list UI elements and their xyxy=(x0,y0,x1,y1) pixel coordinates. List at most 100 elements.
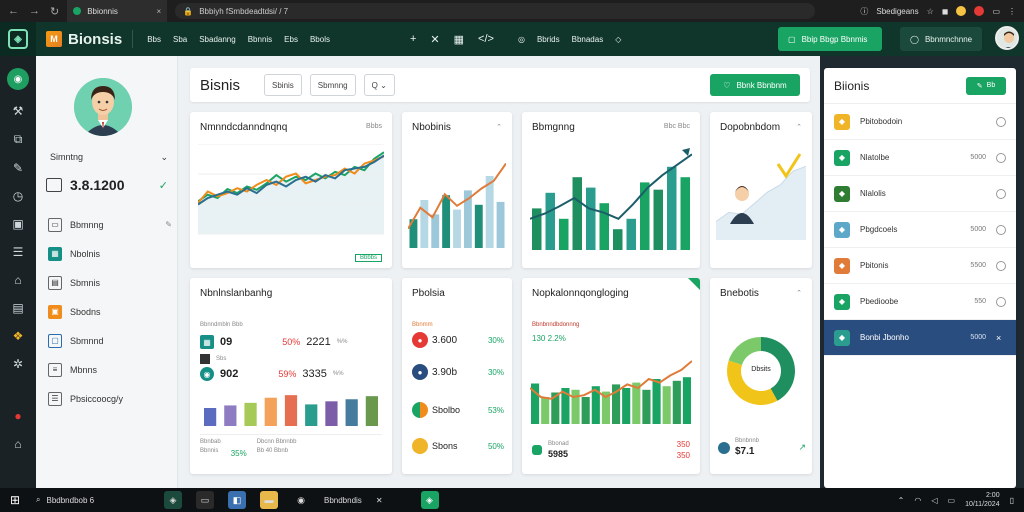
browser-tab[interactable]: Bbionnis × xyxy=(67,0,168,22)
header-nav-item[interactable]: Sbadanng xyxy=(199,35,235,44)
header-nav-item[interactable]: Sba xyxy=(173,35,187,44)
right-panel-item[interactable]: ◆ Pbitonis 5500 xyxy=(824,248,1016,284)
extension-icon[interactable]: ◼ xyxy=(942,7,949,16)
primary-header-button[interactable]: ▢ Bbip Bbgp Bbnmis xyxy=(778,27,882,51)
radio-icon[interactable] xyxy=(996,188,1006,199)
header-nav-item[interactable]: Bbols xyxy=(310,35,330,44)
chevron-up-icon[interactable]: ⌃ xyxy=(496,123,502,131)
stat-row[interactable]: Sbs xyxy=(200,354,226,364)
folder-icon[interactable]: ▬ xyxy=(260,491,278,509)
kpi-row[interactable]: ● 3.600 30% xyxy=(412,332,504,348)
app-logo[interactable]: ◈ xyxy=(0,22,36,56)
chevron-up-icon[interactable]: ⌃ xyxy=(796,289,802,297)
taskbar-clock[interactable]: 2:00 10/11/2024 xyxy=(965,491,1000,509)
list-icon[interactable]: ☰ xyxy=(13,245,24,259)
settings-icon[interactable]: ✲ xyxy=(13,357,23,371)
pen-icon[interactable]: ✎ xyxy=(13,161,23,175)
header-nav-item[interactable]: Bbnnis xyxy=(248,35,272,44)
user-avatar[interactable] xyxy=(995,26,1019,50)
stat-row[interactable]: ◉ 902 59% 3335 %% xyxy=(200,366,382,382)
sidebar-item-pbsiccoocg[interactable]: ☰ Pbsiccoocg/y xyxy=(48,384,172,413)
edit-icon[interactable]: ✎ xyxy=(165,220,172,229)
menu-icon[interactable]: ⋮ xyxy=(1008,7,1016,16)
close-icon[interactable]: ✕ xyxy=(376,496,383,505)
card-legend[interactable]: Bbbbs xyxy=(354,254,382,262)
window-icon[interactable]: ▭ xyxy=(196,491,214,509)
chevron-up-icon[interactable]: ⌃ xyxy=(898,496,905,505)
back-icon[interactable]: ← xyxy=(8,5,19,18)
right-panel-item[interactable]: ◆ Pbitobodoin xyxy=(824,104,1016,140)
right-panel-button[interactable]: ✎ Bb xyxy=(966,76,1006,95)
header-nav-item[interactable]: Bbs xyxy=(147,35,161,44)
forward-icon[interactable]: → xyxy=(29,5,40,18)
star-icon[interactable]: ☆ xyxy=(927,7,934,16)
right-panel-item[interactable]: ◆ Nlalolis xyxy=(824,176,1016,212)
dashboard-icon[interactable]: ◉ xyxy=(7,68,29,90)
record-icon[interactable] xyxy=(974,6,985,16)
store-icon[interactable]: ⌂ xyxy=(14,437,21,451)
globe-icon[interactable]: ◎ xyxy=(518,35,525,44)
app-icon[interactable]: ◈ xyxy=(420,491,439,509)
header-link[interactable]: Bbnadas xyxy=(572,35,604,44)
browser-icon[interactable]: ◉ xyxy=(292,491,310,509)
sidebar-item-sbmnnd[interactable]: ▢ Sbmnnd xyxy=(48,326,172,355)
right-panel-item[interactable]: ◆ Pbedioobe 550 xyxy=(824,284,1016,320)
profile-avatar[interactable] xyxy=(74,78,132,136)
more-icon[interactable]: ⌃ xyxy=(796,123,802,131)
start-icon[interactable]: ⊞ xyxy=(0,493,30,507)
filter-chip[interactable]: Sbinis xyxy=(264,74,302,96)
radio-icon[interactable] xyxy=(996,116,1006,127)
search-dropdown[interactable]: Q ⌄ xyxy=(363,74,395,96)
kpi-row[interactable]: Sbolbo 53% xyxy=(412,402,504,418)
filter-chip[interactable]: Sbmnng xyxy=(309,74,356,96)
right-panel-item[interactable]: ◆ Bonbi Jbonho 5000 × xyxy=(824,320,1016,356)
taskbar-search[interactable]: ⌕ Bbdbndbob 6 xyxy=(30,495,150,505)
grid-icon[interactable]: ▦ xyxy=(454,33,464,46)
clock-icon[interactable]: ◷ xyxy=(13,189,23,203)
shield-icon[interactable]: ◇ xyxy=(615,35,621,44)
clipboard-icon[interactable]: ▤ xyxy=(12,301,23,315)
plus-icon[interactable]: + xyxy=(410,33,416,46)
kpi-row[interactable]: Sbons 50% xyxy=(412,438,504,454)
profile-label[interactable]: Sbedigeans xyxy=(876,7,918,16)
notification-icon[interactable]: ● xyxy=(14,409,21,423)
wifi-icon[interactable]: ◠ xyxy=(914,496,921,505)
radio-icon[interactable] xyxy=(996,296,1006,307)
info-icon[interactable]: ⓘ xyxy=(860,6,868,17)
taskbar-app-label[interactable]: Bbndbndis xyxy=(324,496,362,505)
radio-icon[interactable] xyxy=(996,260,1006,271)
image-icon[interactable]: ▣ xyxy=(12,217,23,231)
reload-icon[interactable]: ↻ xyxy=(50,5,59,18)
right-panel-item[interactable]: ◆ Pbgdcoels 5000 xyxy=(824,212,1016,248)
minimize-icon[interactable]: ▭ xyxy=(992,7,1000,16)
brand[interactable]: M Bionsis xyxy=(36,31,132,48)
code-icon[interactable]: </> xyxy=(478,33,494,46)
tools-icon[interactable]: ⚒ xyxy=(13,104,24,118)
app-icon[interactable]: ◈ xyxy=(164,491,182,509)
sidebar-item-sbmnis[interactable]: ▤ Sbmnis xyxy=(48,268,172,297)
sidebar-item-bbmnng[interactable]: ▭ Bbmnng ✎ xyxy=(48,210,172,239)
card-controls[interactable]: Bbc Bbc xyxy=(664,123,690,130)
right-panel-item[interactable]: ◆ Nlatolbe 5000 xyxy=(824,140,1016,176)
kpi-row[interactable]: ● 3.90b 30% xyxy=(412,364,504,380)
header-nav-item[interactable]: Ebs xyxy=(284,35,298,44)
palette-icon[interactable]: ❖ xyxy=(13,329,24,343)
sidebar-item-nbolnis[interactable]: ▦ Nbolnis xyxy=(48,239,172,268)
volume-icon[interactable]: ◁ xyxy=(931,496,937,505)
address-bar[interactable]: 🔒 Bbbiyh fSmbdeadtdsi/ / 7 xyxy=(175,3,816,19)
toolbar-action-button[interactable]: ♡ Bbnk Bbnbnm xyxy=(710,74,800,96)
battery-icon[interactable]: ▭ xyxy=(948,496,956,505)
radio-icon[interactable] xyxy=(996,152,1006,163)
layers-icon[interactable]: ⧉ xyxy=(14,132,23,147)
stat-row[interactable]: ▦ 09 50% 2221 %% xyxy=(200,334,382,350)
emoji-icon[interactable] xyxy=(956,6,967,16)
tools-icon[interactable]: ✕ xyxy=(430,33,439,46)
secondary-header-button[interactable]: ◯ Bbnmnchnne xyxy=(900,27,982,51)
notification-icon[interactable]: ▯ xyxy=(1010,496,1014,505)
radio-icon[interactable]: × xyxy=(996,333,1006,343)
sidebar-item-mbnns[interactable]: ≡ Mbnns xyxy=(48,355,172,384)
profile-name-row[interactable]: Simntng ⌄ xyxy=(50,152,168,163)
home-icon[interactable]: ⌂ xyxy=(14,273,21,287)
radio-icon[interactable] xyxy=(996,224,1006,235)
sidebar-item-sbodns[interactable]: ▣ Sbodns xyxy=(48,297,172,326)
